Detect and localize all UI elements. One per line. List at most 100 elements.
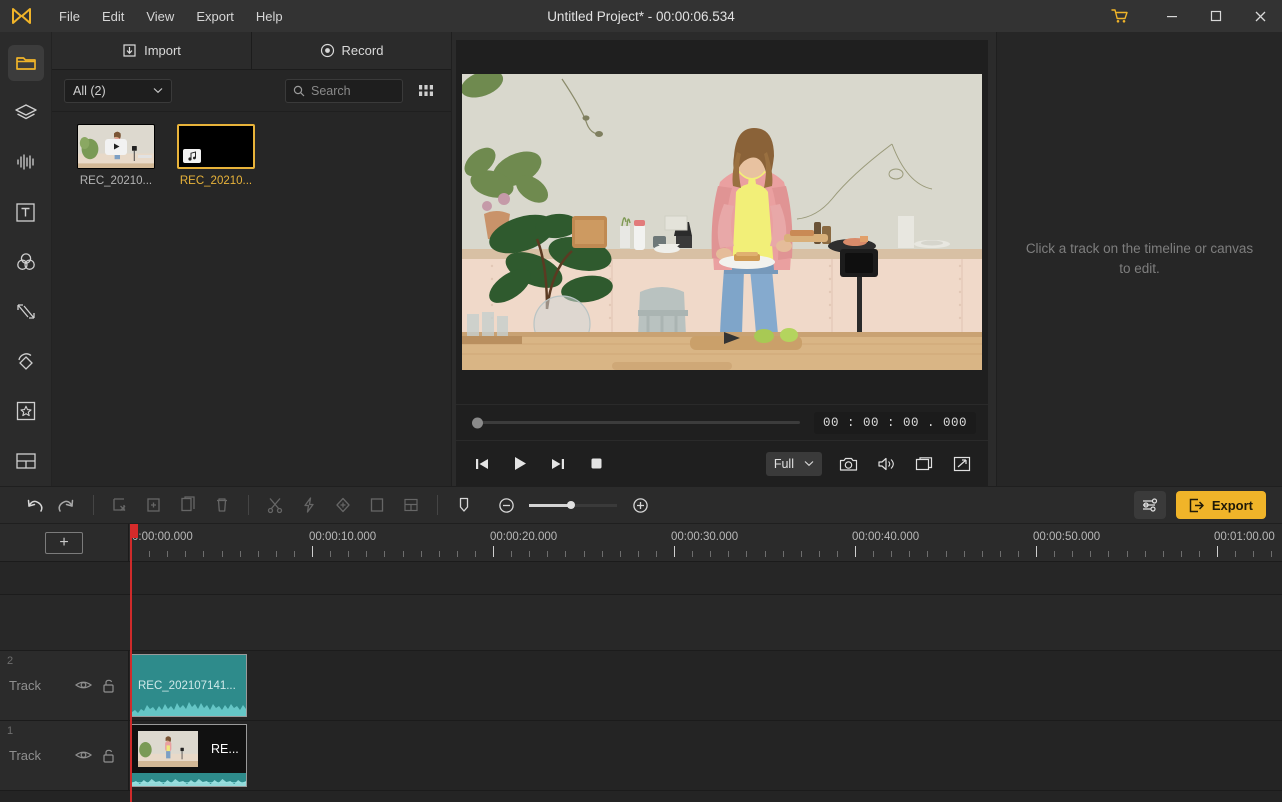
speaker-icon[interactable] <box>874 452 898 476</box>
split-screen-button[interactable] <box>394 490 428 520</box>
cut-button[interactable] <box>258 490 292 520</box>
speed-button[interactable] <box>292 490 326 520</box>
rail-item-transitions[interactable] <box>8 294 44 330</box>
tab-import[interactable]: Import <box>52 32 251 69</box>
rail-item-audio[interactable] <box>8 145 44 181</box>
timeline-zoom-slider[interactable] <box>529 501 617 509</box>
track-body[interactable]: REC_202107141... <box>129 651 1282 720</box>
add-track-button[interactable]: + <box>45 531 83 554</box>
ruler-label: 00:00:10.000 <box>309 531 377 543</box>
menu-help[interactable]: Help <box>245 3 294 30</box>
expand-icon[interactable] <box>950 452 974 476</box>
media-panel: Import Record All (2) Search REC_20210..… <box>52 32 452 486</box>
rail-item-media-library[interactable] <box>7 45 44 81</box>
media-search-box[interactable] <box>285 78 403 103</box>
layout-grid-icon <box>15 453 36 469</box>
clip-delete-button[interactable] <box>103 490 137 520</box>
export-settings-button[interactable] <box>1133 491 1166 519</box>
close-icon[interactable] <box>1238 0 1282 32</box>
shopping-cart-icon[interactable] <box>1100 0 1140 32</box>
maximize-icon[interactable] <box>1194 0 1238 32</box>
unlock-icon[interactable] <box>102 749 115 763</box>
redo-button[interactable] <box>50 490 84 520</box>
track-header[interactable]: 2 Track <box>0 651 129 720</box>
tab-record-label: Record <box>341 43 384 58</box>
track-body[interactable]: RE... <box>129 721 1282 790</box>
media-item[interactable]: REC_20210... <box>177 124 255 187</box>
marker-button[interactable] <box>447 490 481 520</box>
window-icon[interactable] <box>912 452 936 476</box>
play-icon[interactable] <box>508 452 532 476</box>
ruler-tick-minor <box>782 551 784 557</box>
zoom-in-button[interactable] <box>623 490 657 520</box>
window-controls <box>1100 0 1282 32</box>
scissors-icon <box>267 498 283 514</box>
ruler-tick-minor <box>692 551 694 557</box>
tab-record[interactable]: Record <box>251 32 451 69</box>
rail-item-favorites[interactable] <box>8 393 44 429</box>
ruler-tick-minor <box>1054 551 1056 557</box>
minimize-icon[interactable] <box>1150 0 1194 32</box>
playhead-flag[interactable] <box>130 524 138 538</box>
scrubber-handle[interactable] <box>472 417 483 428</box>
audio-waveform <box>132 779 246 786</box>
export-button[interactable]: Export <box>1175 491 1266 519</box>
timeline-clip[interactable]: RE... <box>131 724 247 787</box>
menu-file[interactable]: File <box>48 3 91 30</box>
keyframe-button[interactable] <box>326 490 360 520</box>
rail-item-layers[interactable] <box>8 95 44 131</box>
ruler-tick-minor <box>655 551 657 557</box>
zoom-slider-knob[interactable] <box>567 501 576 509</box>
timeline-ruler[interactable]: 0:00:00.000 00:00:10.000 00:00:20.000 00… <box>129 524 1282 561</box>
ruler-tick-minor <box>1180 551 1182 557</box>
menu-export[interactable]: Export <box>185 3 245 30</box>
ruler-tick-minor <box>1253 551 1255 557</box>
trash-button[interactable] <box>205 490 239 520</box>
media-filter-value: All (2) <box>73 83 106 98</box>
camera-icon[interactable] <box>836 452 860 476</box>
zoom-in-icon <box>632 497 648 513</box>
menu-view[interactable]: View <box>135 3 185 30</box>
rail-item-effects[interactable] <box>8 244 44 280</box>
step-back-icon[interactable] <box>470 452 494 476</box>
menu-edit[interactable]: Edit <box>91 3 135 30</box>
timeline-empty-band[interactable] <box>0 595 1282 651</box>
track-toggles <box>75 749 128 763</box>
rail-item-text[interactable] <box>8 194 44 230</box>
unlock-icon[interactable] <box>102 679 115 693</box>
search-input[interactable] <box>311 83 395 98</box>
rail-item-split-screen[interactable] <box>8 443 44 479</box>
clip-audio-strip <box>132 773 246 786</box>
clip-add-button[interactable] <box>137 490 171 520</box>
zoom-out-button[interactable] <box>489 490 523 520</box>
track-header[interactable]: 1 Track <box>0 721 129 790</box>
timeline-empty-band[interactable] <box>0 562 1282 595</box>
clip-delete-icon <box>113 498 126 511</box>
stop-icon[interactable] <box>584 452 608 476</box>
eye-icon[interactable] <box>75 679 92 693</box>
crop-button[interactable] <box>360 490 394 520</box>
rail-item-rotate[interactable] <box>8 344 44 380</box>
ruler-tick-minor <box>1090 551 1092 557</box>
preview-scrubber[interactable] <box>472 417 800 428</box>
track-number: 2 <box>7 655 14 667</box>
undo-button[interactable] <box>16 490 50 520</box>
ruler-tick-minor <box>945 551 947 557</box>
media-item[interactable]: REC_20210... <box>77 124 155 187</box>
ruler-tick-major <box>131 546 132 557</box>
media-filter-select[interactable]: All (2) <box>64 78 172 103</box>
grid-view-icon[interactable] <box>413 79 439 103</box>
copy-button[interactable] <box>171 490 205 520</box>
ruler-tick-minor <box>167 551 169 557</box>
preview-canvas[interactable] <box>456 40 988 404</box>
transition-arrows-icon <box>16 304 35 319</box>
diamond-icon <box>336 497 350 513</box>
step-forward-icon[interactable] <box>546 452 570 476</box>
toolbar-divider <box>248 495 249 515</box>
media-item-label: REC_20210... <box>179 175 253 187</box>
quality-select[interactable]: Full <box>765 451 822 476</box>
preview-timecode[interactable]: 00 : 00 : 00 . 000 <box>813 411 976 434</box>
eye-icon[interactable] <box>75 749 92 763</box>
ruler-tick-minor <box>1198 551 1200 557</box>
timeline-clip[interactable]: REC_202107141... <box>131 654 247 717</box>
